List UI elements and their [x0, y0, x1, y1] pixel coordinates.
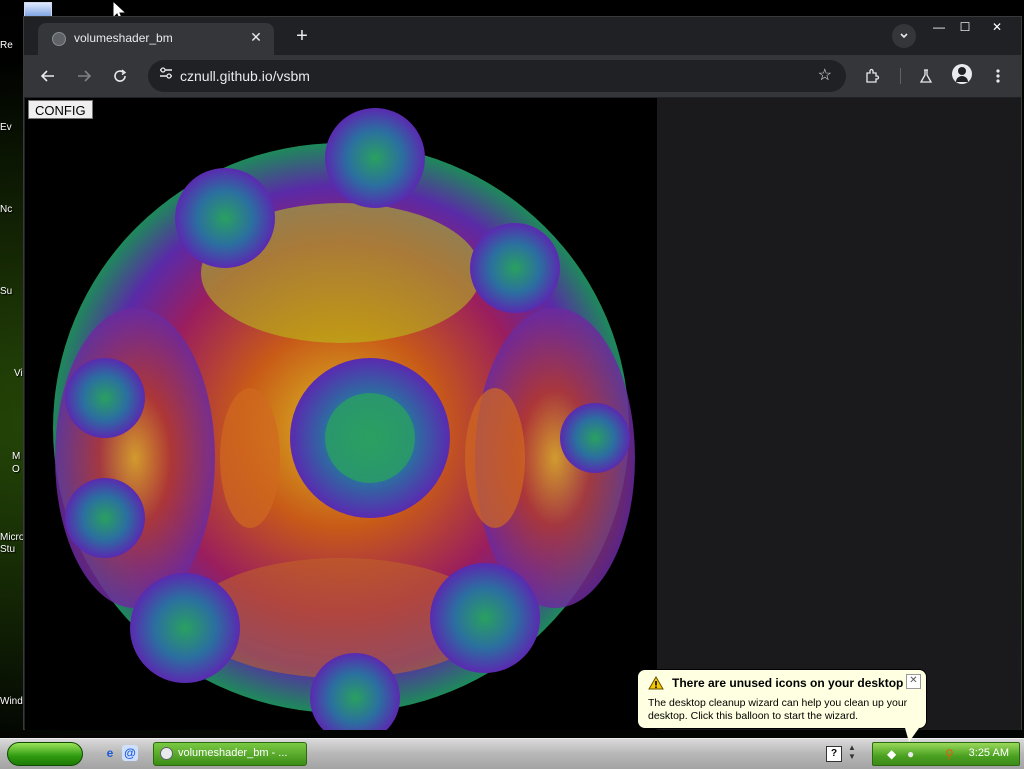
desktop-icon-label[interactable]: Vi — [14, 368, 23, 379]
desktop-icon-label[interactable]: Ev — [0, 122, 12, 133]
maximize-button[interactable]: ☐ — [952, 17, 978, 39]
desktop-icon-label[interactable]: Nc — [0, 204, 12, 215]
minimize-button[interactable]: — — [926, 17, 952, 39]
balloon-tail — [905, 728, 919, 742]
warning-icon — [648, 676, 664, 690]
extensions-icon[interactable] — [860, 64, 884, 88]
cleanup-tray-icon[interactable]: ● — [907, 747, 914, 761]
url-text: cznull.github.io/vsbm — [180, 68, 310, 84]
taskbar-button-label: volumeshader_bm - ... — [178, 747, 288, 759]
balloon-title: There are unused icons on your desktop — [672, 676, 904, 690]
menu-icon[interactable] — [986, 64, 1010, 88]
window-close-button[interactable]: ✕ — [984, 17, 1010, 39]
page-background — [657, 98, 1021, 730]
taskbar-button-volumeshader[interactable]: volumeshader_bm - ... — [153, 742, 307, 766]
desktop-icon-label[interactable]: Wind — [0, 696, 23, 707]
close-icon[interactable]: ✕ — [906, 674, 921, 689]
tab-title: volumeshader_bm — [74, 31, 173, 45]
browser-window: volumeshader_bm ✕ + — ☐ ✕ cznull.github.… — [23, 16, 1022, 730]
fractal-render — [53, 108, 635, 730]
shader-canvas[interactable]: CONFIG — [25, 98, 657, 730]
desktop-icon-label: Re — [0, 40, 13, 51]
new-tab-button[interactable]: + — [290, 25, 314, 47]
system-tray: ◆ ● ⚲ 3:25 AM — [872, 742, 1020, 766]
outlook-icon[interactable]: @ — [122, 745, 138, 761]
labs-icon[interactable] — [914, 64, 938, 88]
config-button[interactable]: CONFIG — [28, 100, 93, 119]
desktop-icon-recycle[interactable]: Re — [0, 0, 52, 60]
clock[interactable]: 3:25 AM — [969, 747, 1009, 759]
reload-icon[interactable] — [108, 64, 132, 88]
title-bar: volumeshader_bm ✕ + — ☐ ✕ — [24, 17, 1021, 55]
balloon-message: The desktop cleanup wizard can help you … — [648, 697, 908, 722]
tab-volumeshader[interactable]: volumeshader_bm ✕ — [38, 23, 274, 55]
star-icon[interactable]: ☆ — [818, 65, 832, 85]
desktop-cleanup-balloon[interactable]: There are unused icons on your desktop ✕… — [637, 669, 927, 729]
ie-icon[interactable]: e — [102, 745, 118, 761]
help-icon[interactable]: ? — [826, 746, 842, 762]
desktop-icon-label[interactable]: Su — [0, 286, 12, 297]
back-arrow-icon[interactable] — [36, 64, 60, 88]
profile-icon[interactable] — [952, 64, 972, 84]
desktop-icon-label[interactable]: Micro Stu — [0, 532, 24, 556]
network-icon[interactable]: ◆ — [887, 747, 896, 761]
tune-icon[interactable] — [156, 66, 176, 86]
address-bar[interactable]: cznull.github.io/vsbm ☆ — [148, 60, 846, 92]
close-icon[interactable]: ✕ — [248, 29, 264, 46]
language-arrows-icon[interactable]: ▲ ▼ — [848, 743, 856, 761]
taskbar: e @ volumeshader_bm - ... ? ▲ ▼ ◆ ● ⚲ 3:2… — [0, 738, 1024, 769]
desktop-icon-label[interactable]: M O — [12, 450, 20, 476]
globe-icon — [52, 32, 66, 46]
search-tray-icon[interactable]: ⚲ — [945, 747, 954, 761]
toolbar-divider — [900, 68, 901, 84]
chrome-icon — [160, 747, 173, 760]
chevron-down-icon[interactable] — [892, 24, 916, 48]
forward-arrow-icon[interactable] — [72, 64, 96, 88]
start-button[interactable] — [7, 742, 83, 766]
toolbar: cznull.github.io/vsbm ☆ — [24, 55, 1021, 97]
